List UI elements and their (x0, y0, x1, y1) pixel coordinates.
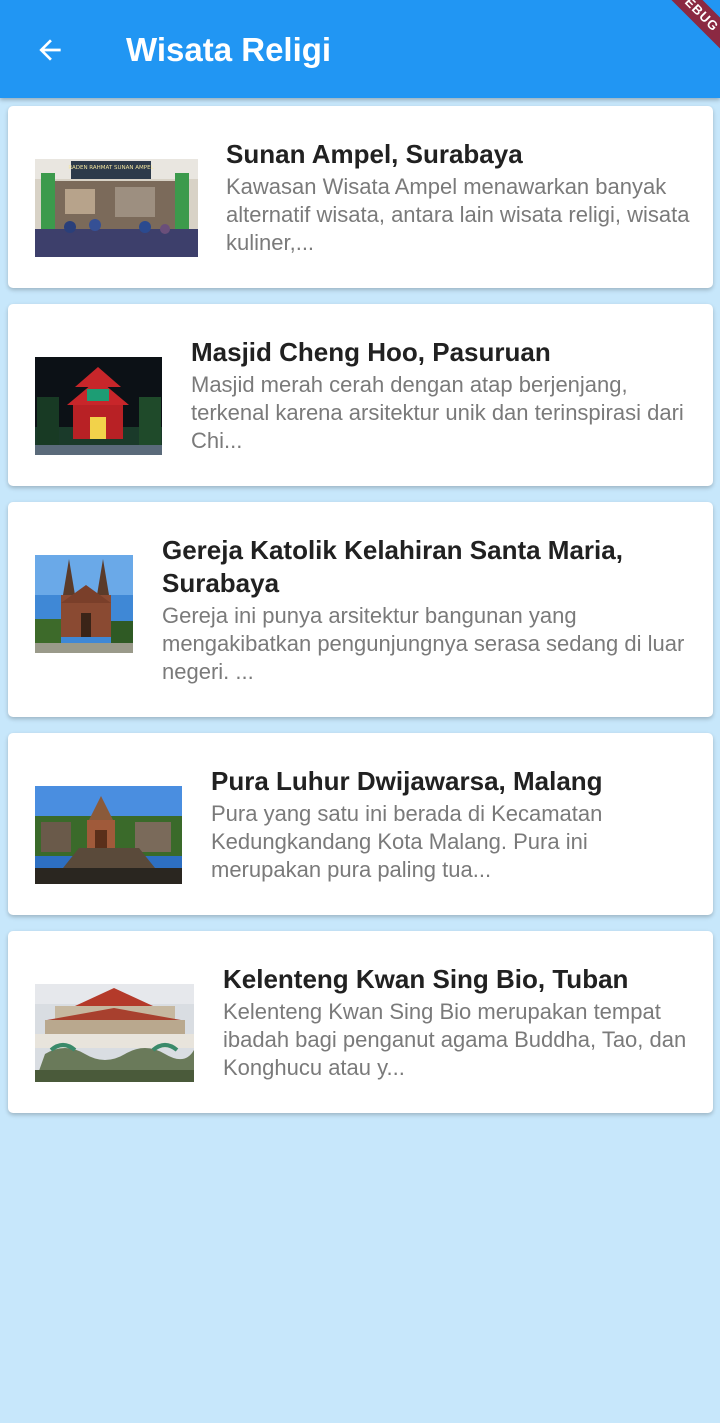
place-description: Kawasan Wisata Ampel menawarkan banyak a… (226, 174, 690, 255)
place-title: Kelenteng Kwan Sing Bio, Tuban (223, 964, 629, 994)
place-title: Masjid Cheng Hoo, Pasuruan (191, 337, 551, 367)
debug-banner: DEBUG (647, 0, 720, 62)
app-bar: Wisata Religi DEBUG (0, 0, 720, 98)
place-image (35, 786, 182, 884)
back-button[interactable] (22, 22, 78, 78)
place-card[interactable]: Masjid Cheng Hoo, Pasuruan Masjid merah … (8, 304, 713, 486)
place-card[interactable]: Pura Luhur Dwijawarsa, Malang Pura yang … (8, 733, 713, 915)
place-image: RADEN RAHMAT SUNAN AMPEL (35, 159, 198, 257)
place-description: Gereja ini punya arsitektur bangunan yan… (162, 603, 685, 684)
place-image (35, 984, 194, 1082)
place-description: Kelenteng Kwan Sing Bio merupakan tempat… (223, 999, 687, 1080)
page-title: Wisata Religi (126, 31, 332, 68)
place-title: Sunan Ampel, Surabaya (226, 139, 523, 169)
place-card[interactable]: RADEN RAHMAT SUNAN AMPEL Sunan Ampel, Su… (8, 106, 713, 288)
place-card[interactable]: Kelenteng Kwan Sing Bio, Tuban Kelenteng… (8, 931, 713, 1113)
place-description: Pura yang satu ini berada di Kecamatan K… (211, 801, 603, 882)
place-image (35, 357, 162, 455)
place-description: Masjid merah cerah dengan atap berjenjan… (191, 372, 684, 453)
place-title: Pura Luhur Dwijawarsa, Malang (211, 766, 603, 796)
arrow-back-icon (39, 39, 61, 61)
place-image (35, 555, 133, 653)
place-card[interactable]: Gereja Katolik Kelahiran Santa Maria, Su… (8, 502, 713, 717)
image-sign-text: RADEN RAHMAT SUNAN AMPEL (68, 165, 154, 171)
place-title: Gereja Katolik Kelahiran Santa Maria, Su… (162, 535, 623, 598)
